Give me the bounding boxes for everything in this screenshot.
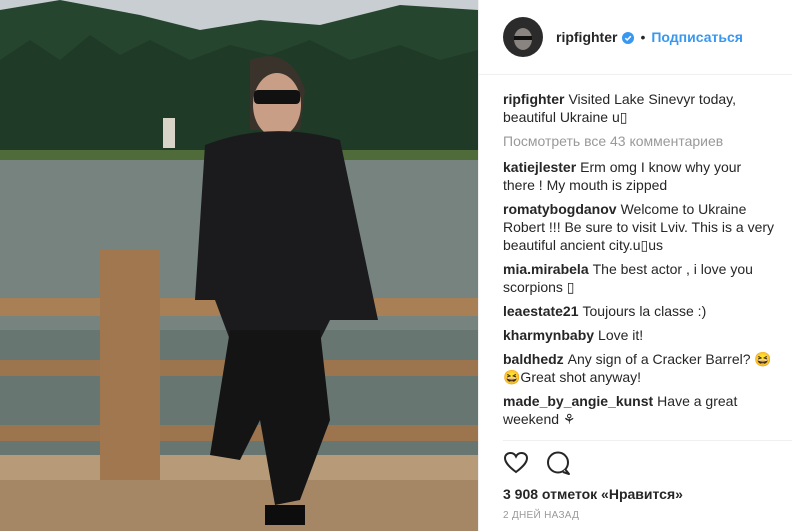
follow-button[interactable]: Подписаться [651, 29, 743, 45]
header-username[interactable]: ripfighter [556, 29, 617, 45]
comment-username[interactable]: kharmynbaby [503, 327, 594, 343]
avatar-image [503, 17, 543, 57]
actions-divider [503, 440, 792, 441]
verified-badge-icon [622, 31, 635, 44]
post-timestamp[interactable]: 2 дней назад [503, 510, 579, 521]
caption-username[interactable]: ripfighter [503, 91, 564, 107]
instagram-post: ripfighter • Подписаться ripfighter Visit… [0, 0, 792, 531]
avatar[interactable] [503, 17, 543, 57]
caption: ripfighter Visited Lake Sinevyr today, be… [503, 90, 775, 126]
likes-count[interactable]: 3 908 отметок «Нравится» [503, 486, 683, 502]
header-separator: • [640, 29, 646, 45]
comment-username[interactable]: romatybogdanov [503, 201, 617, 217]
comment-username[interactable]: made_by_angie_kunst [503, 393, 653, 409]
comment-item: katiejlester Erm omg I know why your ther… [503, 158, 775, 194]
view-all-comments-link[interactable]: Посмотреть все 43 комментариев [503, 132, 775, 150]
post-header: ripfighter • Подписаться [479, 0, 792, 75]
comment-username[interactable]: mia.mirabela [503, 261, 589, 277]
post-photo-illustration [0, 0, 478, 531]
comment-item: made_by_angie_kunst Have a great weekend … [503, 392, 775, 428]
post-photo[interactable] [0, 0, 478, 531]
comments-list: ripfighter Visited Lake Sinevyr today, be… [503, 90, 775, 440]
post-sidebar: ripfighter • Подписаться ripfighter Visit… [478, 0, 792, 531]
comment-item: leaestate21 Toujours la classe :) [503, 302, 775, 320]
comment-text: Love it! [598, 327, 644, 343]
comments-fade [479, 430, 792, 444]
comment-item: romatybogdanov Welcome to Ukraine Robert … [503, 200, 775, 254]
post-actions [503, 450, 571, 476]
comment-username[interactable]: leaestate21 [503, 303, 579, 319]
comment-text: Toujours la classe :) [582, 303, 707, 319]
comment-username[interactable]: katiejlester [503, 159, 576, 175]
comment-item: kharmynbaby Love it! [503, 326, 775, 344]
comment-username[interactable]: baldhedz [503, 351, 564, 367]
heart-icon[interactable] [503, 450, 529, 476]
comment-icon[interactable] [545, 450, 571, 476]
comment-item: baldhedz Any sign of a Cracker Barrel? 😆 … [503, 350, 775, 386]
comment-item: mia.mirabela The best actor , i love you … [503, 260, 775, 296]
